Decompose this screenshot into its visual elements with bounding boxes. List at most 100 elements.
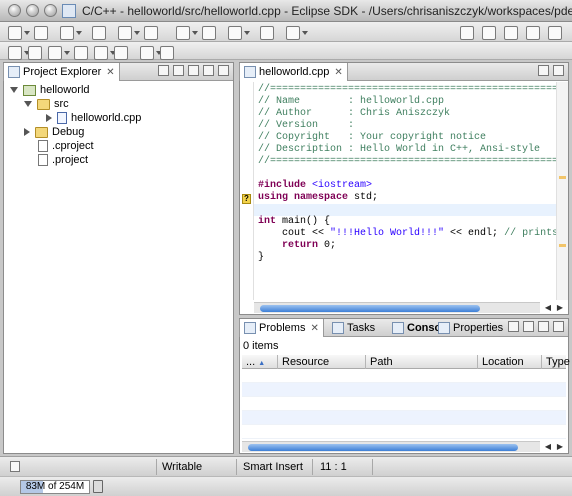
table-row — [242, 369, 566, 383]
collapsed-icon[interactable] — [46, 114, 52, 122]
debug-button[interactable] — [228, 25, 250, 41]
fast-view-icon[interactable] — [10, 461, 20, 472]
problems-horizontal-scrollbar[interactable] — [242, 441, 540, 452]
tree-item[interactable]: Debug — [24, 125, 84, 139]
bottom-tabbar: Problems ✕ Tasks Console Properties — [239, 319, 568, 337]
close-window-button[interactable] — [8, 4, 21, 17]
view-menu-icon[interactable] — [523, 321, 534, 332]
tree-item[interactable]: helloworld — [10, 83, 90, 97]
tree-item[interactable]: helloworld.cpp — [46, 111, 141, 125]
link-with-editor-icon[interactable] — [173, 65, 184, 76]
close-icon[interactable]: ✕ — [334, 67, 342, 78]
editor-horizontal-scrollbar[interactable] — [254, 302, 540, 313]
column-resource[interactable]: Resource — [278, 355, 366, 369]
minimize-icon[interactable] — [538, 321, 549, 332]
close-icon[interactable]: ✕ — [310, 323, 318, 334]
overview-ruler[interactable] — [556, 82, 568, 300]
prev-annotation-button[interactable] — [94, 45, 116, 61]
print-button[interactable] — [60, 25, 82, 41]
minimize-window-button[interactable] — [26, 4, 39, 17]
minimize-icon[interactable] — [538, 65, 549, 76]
scroll-right-icon[interactable]: ▶ — [557, 303, 563, 312]
maximize-icon[interactable] — [553, 321, 564, 332]
tab-properties[interactable]: Properties — [434, 319, 507, 337]
new-class-button[interactable] — [144, 25, 158, 41]
dropdown-arrow-icon[interactable] — [24, 31, 30, 35]
scroll-thumb[interactable] — [248, 444, 518, 451]
code-line: // Description : Hello World in C++, Ans… — [258, 144, 540, 156]
run-target-icon — [176, 26, 190, 40]
overview-marker[interactable] — [559, 244, 566, 247]
new-folder-button[interactable] — [118, 25, 140, 41]
dropdown-arrow-icon[interactable] — [64, 51, 70, 55]
warning-marker-icon[interactable]: ? — [242, 194, 251, 204]
overview-marker[interactable] — [559, 176, 566, 179]
tree-item[interactable]: .cproject — [38, 139, 94, 153]
print-icon — [60, 26, 74, 40]
garbage-collect-icon[interactable] — [93, 480, 103, 493]
expanded-icon[interactable] — [10, 87, 18, 93]
external-tools-button[interactable] — [286, 25, 308, 41]
bottom-view-tools — [508, 321, 564, 332]
tab-tasks[interactable]: Tasks — [328, 319, 379, 337]
build-button[interactable] — [202, 25, 216, 41]
expanded-icon[interactable] — [24, 101, 32, 107]
run-button[interactable] — [260, 25, 274, 41]
open-perspective-icon — [504, 26, 518, 40]
dropdown-arrow-icon[interactable] — [134, 31, 140, 35]
view-menu-icon[interactable] — [188, 65, 199, 76]
tab-label: helloworld.cpp — [259, 66, 330, 78]
collapsed-icon[interactable] — [24, 128, 30, 136]
heap-status-bar: 83M of 254M — [0, 476, 572, 496]
search-button[interactable] — [482, 25, 496, 41]
minimize-icon[interactable] — [203, 65, 214, 76]
next-annotation-button[interactable] — [74, 45, 88, 61]
scroll-left-icon[interactable]: ◀ — [545, 303, 551, 312]
debug-perspective-button[interactable] — [548, 25, 562, 41]
maximize-icon[interactable] — [553, 65, 564, 76]
toggle-mark-occurrences-button[interactable] — [8, 45, 30, 61]
toggle-block-button[interactable] — [48, 45, 70, 61]
dropdown-arrow-icon[interactable] — [76, 31, 82, 35]
scroll-left-icon[interactable]: ◀ — [545, 442, 551, 451]
column-path[interactable]: Path — [366, 355, 478, 369]
open-type-button[interactable] — [460, 25, 474, 41]
scroll-right-icon[interactable]: ▶ — [557, 442, 563, 451]
cpp-perspective-button[interactable] — [526, 25, 540, 41]
filter-icon[interactable] — [508, 321, 519, 332]
dropdown-arrow-icon[interactable] — [302, 31, 308, 35]
tab-project-explorer[interactable]: Project Explorer ✕ — [3, 63, 120, 81]
column-type[interactable]: Type — [542, 355, 570, 369]
column-location[interactable]: Location — [478, 355, 542, 369]
code-token: "!!!Hello World!!!" — [330, 228, 445, 239]
window-title: C/C++ - helloworld/src/helloworld.cpp - … — [82, 4, 572, 18]
code-line: int main() { — [258, 216, 330, 228]
cpp-file-icon — [244, 66, 256, 78]
tree-item[interactable]: .project — [38, 153, 88, 167]
code-token: // Name : helloworld.cpp — [258, 96, 445, 107]
open-perspective-button[interactable] — [504, 25, 518, 41]
close-icon[interactable]: ✕ — [106, 67, 114, 78]
new-button[interactable] — [8, 25, 30, 41]
maximize-icon[interactable] — [218, 65, 229, 76]
new-cpp-project-button[interactable] — [92, 25, 106, 41]
status-divider — [312, 459, 313, 475]
tab-problems[interactable]: Problems ✕ — [239, 319, 324, 337]
run-target-button[interactable] — [176, 25, 198, 41]
dropdown-arrow-icon[interactable] — [244, 31, 250, 35]
tree-item[interactable]: src — [24, 97, 69, 111]
collapse-all-icon[interactable] — [158, 65, 169, 76]
dropdown-arrow-icon[interactable] — [192, 31, 198, 35]
column-description[interactable]: ... ▲ — [242, 355, 278, 369]
forward-button[interactable] — [160, 45, 174, 61]
back-button[interactable] — [140, 45, 162, 61]
zoom-window-button[interactable] — [44, 4, 57, 17]
tab-helloworld-cpp[interactable]: helloworld.cpp ✕ — [239, 63, 348, 81]
last-edit-button[interactable] — [114, 45, 128, 61]
show-whitespace-button[interactable] — [28, 45, 42, 61]
save-button[interactable] — [34, 25, 48, 41]
heap-status[interactable]: 83M of 254M — [20, 480, 90, 494]
scroll-thumb[interactable] — [260, 305, 480, 312]
new-folder-icon — [118, 26, 132, 40]
code-editor[interactable]: //======================================… — [254, 82, 556, 300]
